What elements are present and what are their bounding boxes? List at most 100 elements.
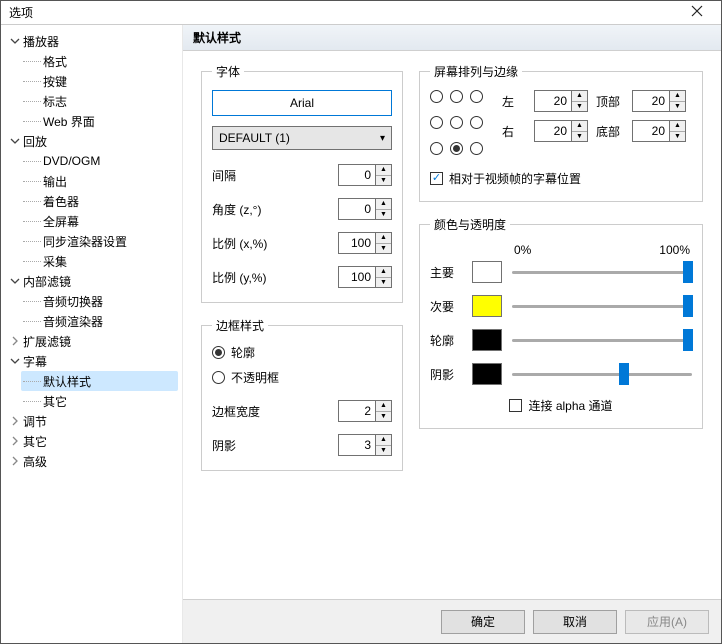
tree-node[interactable]: 着色器: [21, 191, 178, 211]
opacity-100-label: 100%: [659, 243, 690, 257]
alignment-radio-3[interactable]: [430, 116, 443, 129]
tree-branch-icon: [23, 121, 41, 122]
window-title: 选项: [5, 4, 677, 21]
alignment-radio-2[interactable]: [470, 90, 483, 103]
right-margin-spin[interactable]: ▲▼: [534, 120, 588, 142]
tree-branch-icon: [23, 221, 41, 222]
tree-node[interactable]: 输出: [21, 171, 178, 191]
tree-node[interactable]: 全屏幕: [21, 211, 178, 231]
close-button[interactable]: [677, 5, 717, 20]
titlebar: 选项: [1, 1, 721, 25]
color-swatch[interactable]: [472, 329, 502, 351]
opacity-slider[interactable]: [512, 261, 692, 283]
category-tree[interactable]: 播放器格式按键标志Web 界面回放DVD/OGM输出着色器全屏幕同步渲染器设置采…: [1, 25, 183, 643]
tree-node[interactable]: 标志: [21, 91, 178, 111]
angle-spin[interactable]: ▲▼: [338, 198, 392, 220]
chevron-right-icon: [9, 435, 21, 447]
alignment-radio-0[interactable]: [430, 90, 443, 103]
scalex-spin[interactable]: ▲▼: [338, 232, 392, 254]
alignment-group-legend: 屏幕排列与边缘: [430, 63, 522, 80]
chevron-right-icon: [9, 455, 21, 467]
spacing-label: 间隔: [212, 167, 236, 184]
chevron-down-icon: ▾: [380, 133, 385, 144]
tree-node[interactable]: 其它: [21, 391, 178, 411]
tree-node[interactable]: 播放器: [7, 31, 178, 51]
alignment-radio-7[interactable]: [450, 142, 463, 155]
tree-branch-icon: [23, 81, 41, 82]
checkbox-icon: ✓: [430, 172, 443, 185]
chevron-down-icon: [9, 135, 21, 147]
alignment-radio-1[interactable]: [450, 90, 463, 103]
opacity-slider[interactable]: [512, 363, 692, 385]
top-margin-spin[interactable]: ▲▼: [632, 90, 686, 112]
color-swatch[interactable]: [472, 261, 502, 283]
color-row-label: 轮廓: [430, 332, 462, 349]
alignment-radio-grid[interactable]: [430, 90, 488, 164]
alignment-group: 屏幕排列与边缘 左 ▲▼ 顶部 ▲▼: [419, 63, 703, 202]
tree-node[interactable]: 调节: [7, 411, 178, 431]
link-alpha-check[interactable]: 连接 alpha 通道: [430, 397, 692, 414]
tree-node[interactable]: Web 界面: [21, 111, 178, 131]
scaley-label: 比例 (y,%): [212, 269, 266, 286]
dialog-footer: 确定 取消 应用(A): [183, 599, 721, 643]
relative-position-check[interactable]: ✓ 相对于视频帧的字幕位置: [430, 170, 692, 187]
chevron-down-icon: [9, 355, 21, 367]
tree-branch-icon: [23, 321, 41, 322]
tree-node[interactable]: 内部滤镜: [7, 271, 178, 291]
tree-node[interactable]: 音频渲染器: [21, 311, 178, 331]
tree-branch-icon: [23, 241, 41, 242]
tree-node[interactable]: 按键: [21, 71, 178, 91]
color-group: 颜色与透明度 0% 100% 主要次要轮廓阴影 连接 alpha 通道: [419, 216, 703, 429]
shadow-depth-spin[interactable]: ▲▼: [338, 434, 392, 456]
border-group: 边框样式 轮廓 不透明框 边框宽度▲▼ 阴影▲▼: [201, 317, 403, 471]
opacity-slider[interactable]: [512, 295, 692, 317]
opacity-slider[interactable]: [512, 329, 692, 351]
alignment-radio-6[interactable]: [430, 142, 443, 155]
cancel-button[interactable]: 取消: [533, 610, 617, 634]
checkbox-icon: [509, 399, 522, 412]
font-group: 字体 Arial DEFAULT (1) ▾ 间隔▲▼ 角度 (z,°)▲▼ 比…: [201, 63, 403, 303]
color-swatch[interactable]: [472, 295, 502, 317]
tree-node[interactable]: 回放: [7, 131, 178, 151]
tree-branch-icon: [23, 161, 41, 162]
alignment-radio-5[interactable]: [470, 116, 483, 129]
tree-node[interactable]: 同步渲染器设置: [21, 231, 178, 251]
tree-branch-icon: [23, 101, 41, 102]
tree-node[interactable]: 高级: [7, 451, 178, 471]
charset-select[interactable]: DEFAULT (1) ▾: [212, 126, 392, 150]
tree-node[interactable]: 格式: [21, 51, 178, 71]
tree-node[interactable]: 采集: [21, 251, 178, 271]
color-row-label: 主要: [430, 264, 462, 281]
tree-node[interactable]: 其它: [7, 431, 178, 451]
tree-branch-icon: [23, 381, 41, 382]
tree-node[interactable]: DVD/OGM: [21, 151, 178, 171]
ok-button[interactable]: 确定: [441, 610, 525, 634]
options-window: 选项 播放器格式按键标志Web 界面回放DVD/OGM输出着色器全屏幕同步渲染器…: [0, 0, 722, 644]
border-width-spin[interactable]: ▲▼: [338, 400, 392, 422]
spacing-spin[interactable]: ▲▼: [338, 164, 392, 186]
color-swatch[interactable]: [472, 363, 502, 385]
tree-branch-icon: [23, 261, 41, 262]
apply-button[interactable]: 应用(A): [625, 610, 709, 634]
bottom-margin-spin[interactable]: ▲▼: [632, 120, 686, 142]
alignment-radio-4[interactable]: [450, 116, 463, 129]
angle-label: 角度 (z,°): [212, 201, 261, 218]
chevron-right-icon: [9, 335, 21, 347]
tree-branch-icon: [23, 181, 41, 182]
font-button[interactable]: Arial: [212, 90, 392, 116]
shadow-depth-label: 阴影: [212, 437, 236, 454]
tree-branch-icon: [23, 201, 41, 202]
tree-node[interactable]: 扩展滤镜: [7, 331, 178, 351]
tree-node[interactable]: 字幕: [7, 351, 178, 371]
chevron-down-icon: [9, 35, 21, 47]
tree-branch-icon: [23, 401, 41, 402]
border-opaque-option[interactable]: 不透明框: [212, 369, 392, 386]
tree-node[interactable]: 默认样式: [21, 371, 178, 391]
chevron-down-icon: [9, 275, 21, 287]
border-outline-option[interactable]: 轮廓: [212, 344, 392, 361]
tree-node[interactable]: 音频切换器: [21, 291, 178, 311]
alignment-radio-8[interactable]: [470, 142, 483, 155]
left-margin-label: 左: [502, 93, 526, 110]
left-margin-spin[interactable]: ▲▼: [534, 90, 588, 112]
scaley-spin[interactable]: ▲▼: [338, 266, 392, 288]
